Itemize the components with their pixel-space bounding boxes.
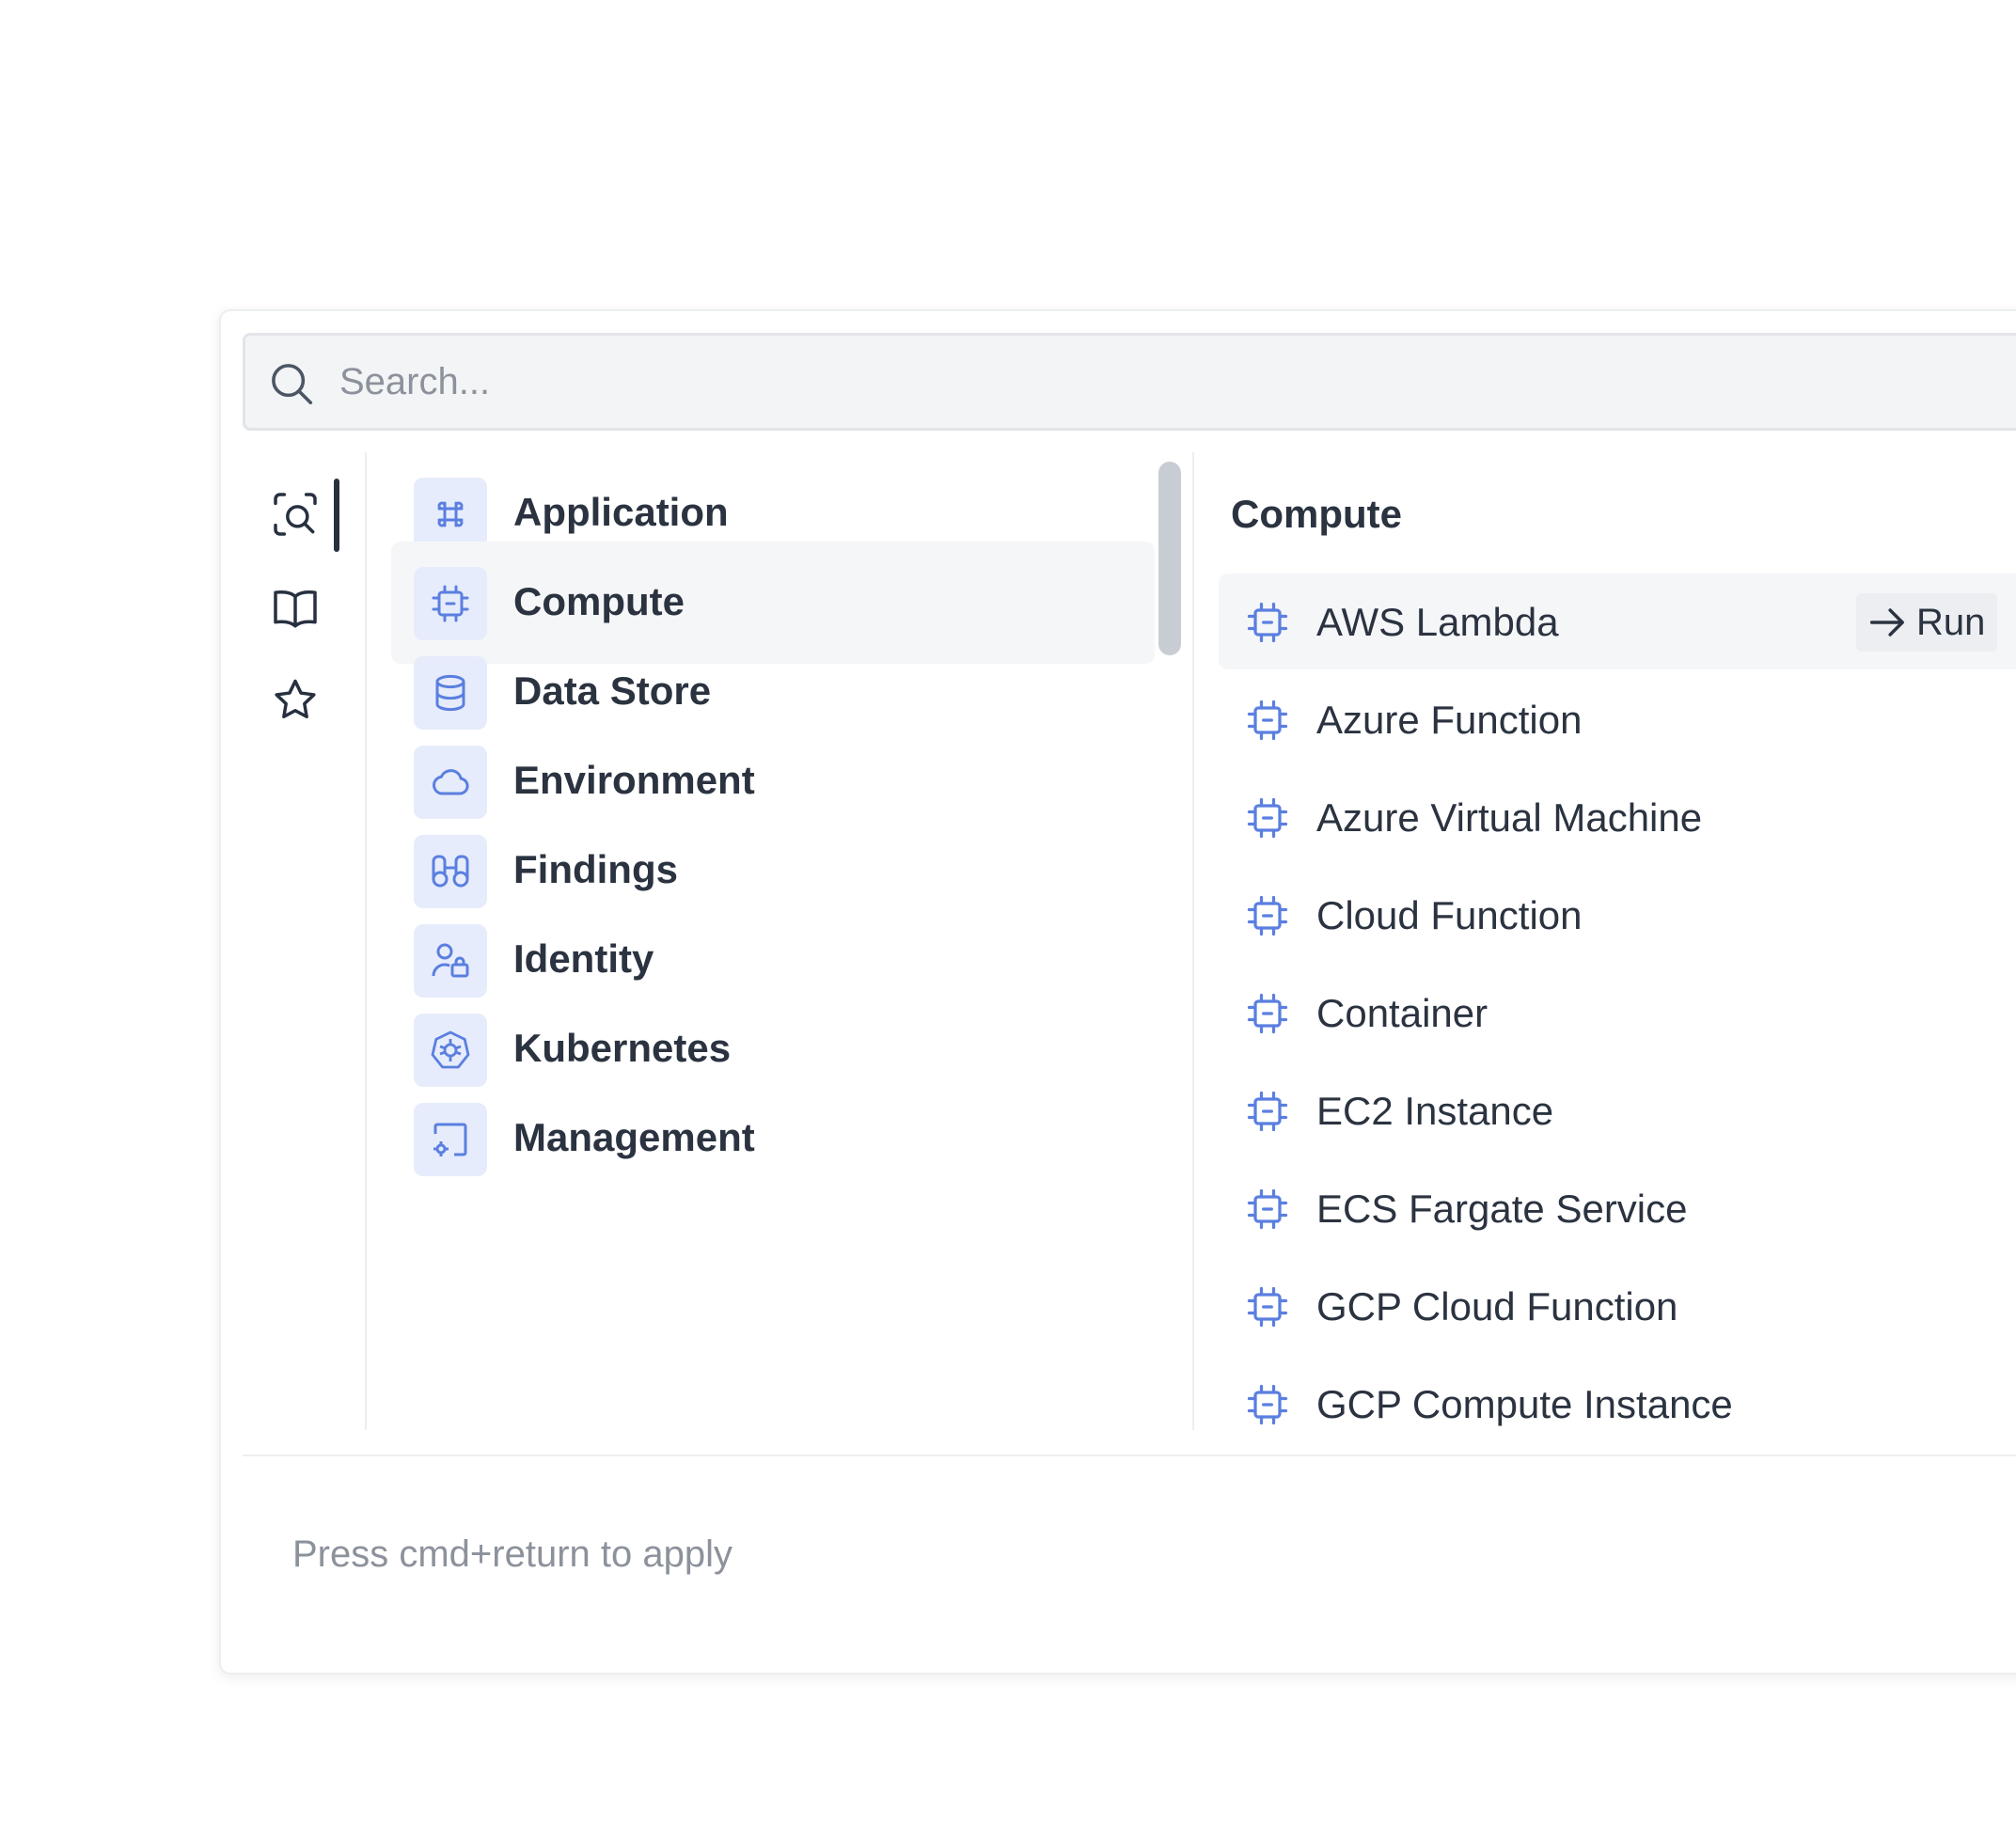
category-icon-box: [414, 1014, 487, 1087]
result-label: Azure Function: [1316, 698, 1583, 742]
result-item[interactable]: GCP Compute Instance: [1219, 1356, 2016, 1430]
binoculars-icon: [432, 855, 469, 888]
cpu-icon: [1247, 895, 1288, 936]
category-icon-box: [414, 924, 487, 998]
category-icon-box: [414, 1103, 487, 1176]
category-icon-box: [414, 746, 487, 819]
result-label: Cloud Function: [1316, 893, 1583, 937]
search-input[interactable]: [338, 349, 1748, 415]
database-icon: [435, 674, 465, 712]
results-panel: Compute AWS Lambda Run Azure Function Az…: [1196, 452, 2016, 1430]
star-icon: [275, 679, 316, 719]
search-icon: [272, 364, 313, 405]
category-list: Application Compute Data Store Environme…: [369, 452, 1194, 1430]
result-item[interactable]: ECS Fargate Service: [1219, 1160, 2016, 1256]
result-item[interactable]: Cloud Function: [1219, 867, 2016, 963]
category-icon-box: [414, 835, 487, 908]
rail-query-button[interactable]: [269, 488, 322, 541]
cpu-icon: [1247, 1188, 1288, 1230]
category-icon-box: [414, 478, 487, 551]
run-label: Run: [1916, 601, 1986, 643]
rail-book-button[interactable]: [269, 582, 322, 635]
cpu-icon: [1247, 602, 1288, 643]
cpu-icon: [1247, 1286, 1288, 1328]
footer-hint: Press cmd+return to apply: [292, 1533, 732, 1575]
result-label: ECS Fargate Service: [1316, 1187, 1688, 1231]
category-label: Application: [513, 490, 729, 534]
result-item[interactable]: GCP Cloud Function: [1219, 1258, 2016, 1354]
result-label: AWS Lambda: [1316, 600, 1559, 644]
result-item[interactable]: Azure Virtual Machine: [1219, 769, 2016, 865]
cpu-icon: [1247, 1384, 1288, 1425]
user-lock-icon: [432, 943, 469, 978]
mode-rail: [221, 452, 367, 1430]
result-label: EC2 Instance: [1316, 1089, 1554, 1133]
category-label: Findings: [513, 847, 678, 891]
cpu-icon: [1247, 993, 1288, 1034]
result-item[interactable]: Container: [1219, 965, 2016, 1061]
arrow-right-icon: [1869, 608, 1904, 637]
command-icon: [437, 501, 464, 527]
book-icon: [274, 590, 317, 628]
category-label: Environment: [513, 758, 755, 802]
category-label: Compute: [513, 579, 685, 623]
category-label: Management: [513, 1115, 755, 1159]
result-item[interactable]: EC2 Instance: [1219, 1062, 2016, 1158]
result-label: GCP Compute Instance: [1316, 1382, 1733, 1426]
category-icon-box: [414, 656, 487, 730]
result-label: Container: [1316, 991, 1488, 1035]
cloud-icon: [433, 769, 469, 795]
kubernetes-icon: [431, 1030, 470, 1069]
cpu-icon: [1247, 700, 1288, 741]
category-icon-box: [414, 567, 487, 640]
cast-settings-icon: [433, 1123, 467, 1156]
command-palette: Application Compute Data Store: [219, 309, 2016, 1675]
cpu-icon: [1247, 1091, 1288, 1132]
result-label: GCP Cloud Function: [1316, 1284, 1678, 1329]
rail-favorites-button[interactable]: [269, 674, 322, 727]
category-label: Identity: [513, 936, 654, 981]
category-management[interactable]: Management: [391, 1077, 1155, 1200]
results-title: Compute: [1231, 492, 1402, 536]
footer-divider: [243, 1454, 2016, 1456]
search-bar[interactable]: [243, 333, 2016, 431]
category-label: Data Store: [513, 668, 712, 713]
cpu-icon: [432, 585, 469, 622]
category-label: Kubernetes: [513, 1026, 732, 1070]
rail-active-indicator: [334, 479, 339, 552]
result-item[interactable]: Azure Function: [1219, 671, 2016, 767]
cpu-icon: [1247, 797, 1288, 839]
run-button[interactable]: Run: [1856, 593, 1997, 652]
result-label: Azure Virtual Machine: [1316, 795, 1703, 840]
category-scrollbar[interactable]: [1158, 462, 1181, 655]
query-icon: [274, 493, 317, 536]
result-item[interactable]: AWS Lambda Run: [1219, 574, 2016, 669]
